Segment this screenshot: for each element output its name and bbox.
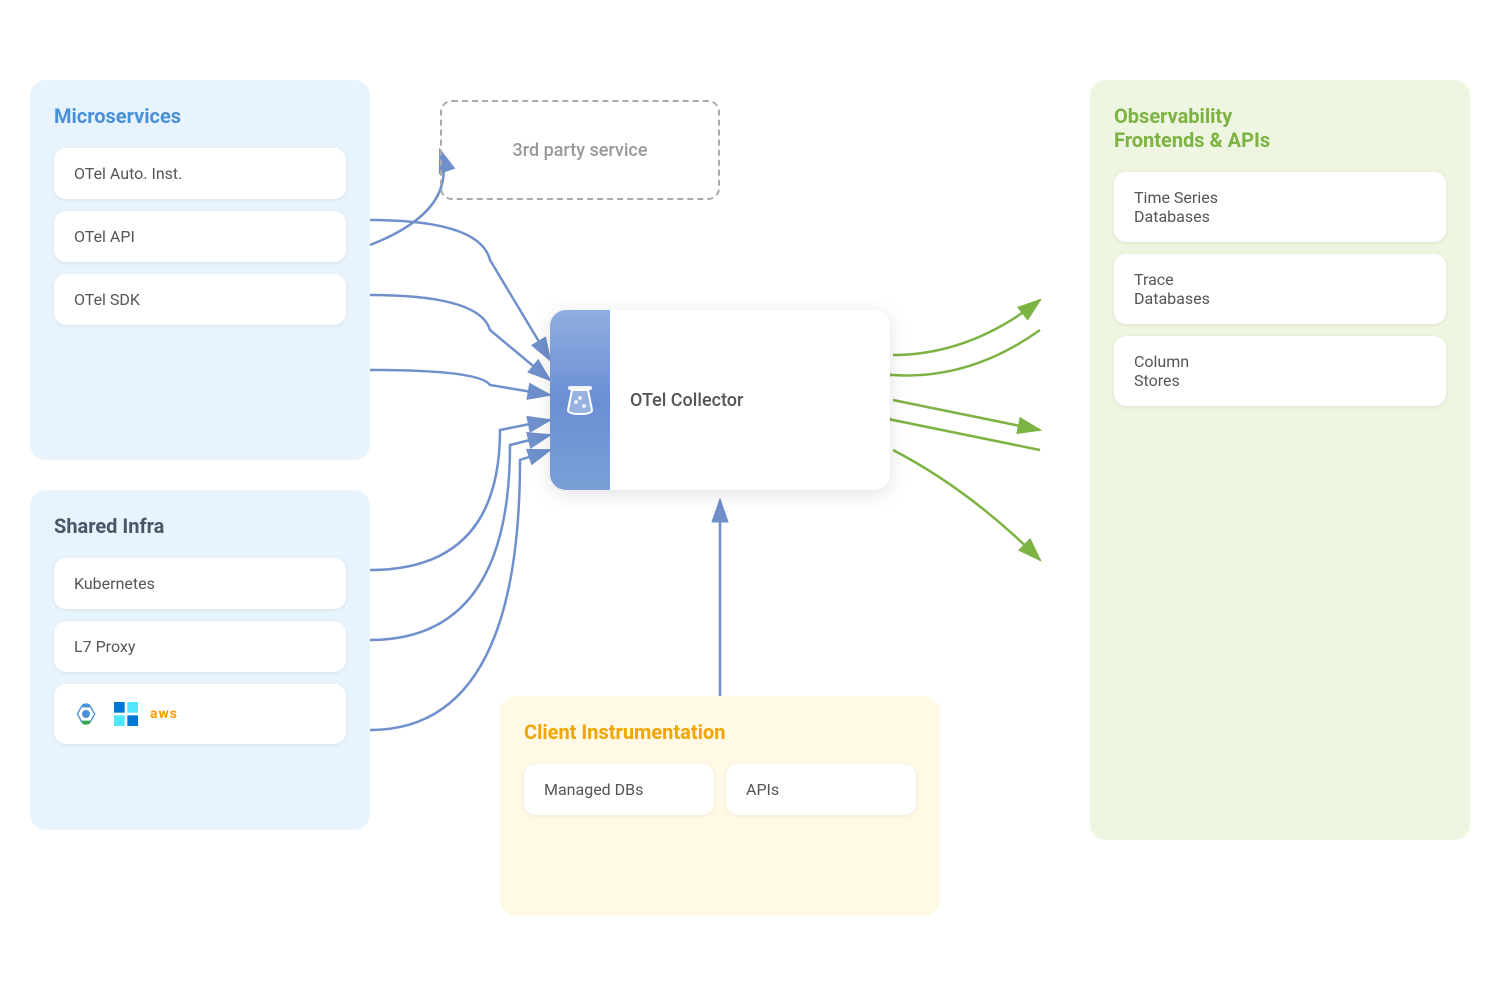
third-party-service: 3rd party service [440, 100, 720, 200]
cloud-providers-card: aws [54, 684, 346, 744]
otel-auto-card: OTel Auto. Inst. [54, 148, 346, 199]
kubernetes-card: Kubernetes [54, 558, 346, 609]
microservices-section: Microservices OTel Auto. Inst. OTel API … [30, 80, 370, 460]
shared-infra-section: Shared Infra Kubernetes L7 Proxy aws [30, 490, 370, 830]
trace-databases-card: Trace Databases [1114, 254, 1446, 324]
otel-collector: OTel Collector [550, 310, 890, 490]
client-instrumentation-cards: Managed DBs APIs [524, 764, 916, 815]
microservices-title: Microservices [54, 104, 346, 128]
aws-label: aws [150, 706, 178, 722]
gcp-icon [70, 698, 102, 730]
column-stores-card: Column Stores [1114, 336, 1446, 406]
client-instrumentation-section: Client Instrumentation Managed DBs APIs [500, 696, 940, 916]
observability-section: Observability Frontends & APIs Time Seri… [1090, 80, 1470, 840]
observability-title: Observability Frontends & APIs [1114, 104, 1446, 152]
otel-sdk-card: OTel SDK [54, 274, 346, 325]
shared-infra-title: Shared Infra [54, 514, 346, 538]
otel-collector-sidebar [550, 310, 610, 490]
otel-api-card: OTel API [54, 211, 346, 262]
client-instrumentation-title: Client Instrumentation [524, 720, 916, 744]
apis-card: APIs [726, 764, 916, 815]
diagram-container: Microservices OTel Auto. Inst. OTel API … [0, 0, 1500, 996]
time-series-card: Time Series Databases [1114, 172, 1446, 242]
managed-dbs-card: Managed DBs [524, 764, 714, 815]
azure-icon [110, 698, 142, 730]
l7-proxy-card: L7 Proxy [54, 621, 346, 672]
otel-collector-label: OTel Collector [610, 370, 890, 431]
collector-icon [562, 382, 598, 418]
